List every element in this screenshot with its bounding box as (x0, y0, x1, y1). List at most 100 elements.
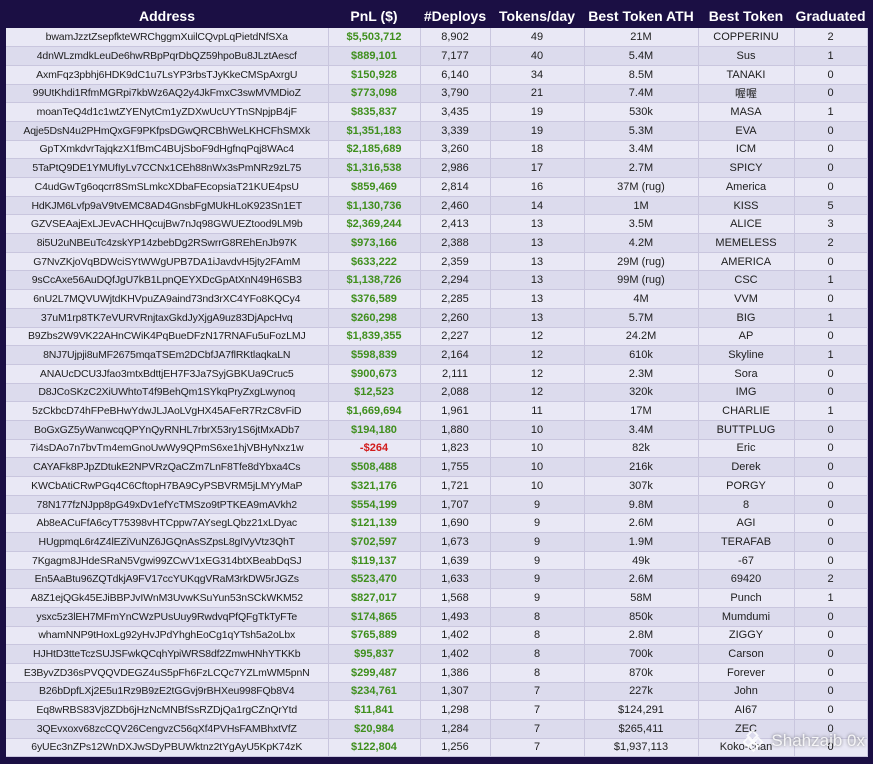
table-row[interactable]: HdKJM6Lvfp9aV9tvEMC8AD4GnsbFgMUkHLoK923S… (6, 196, 868, 216)
cell-best-token-ath: 17M (584, 401, 699, 421)
cell-graduated: 0 (794, 383, 868, 403)
table-row[interactable]: Ab8eACuFfA6cyT75398vHTCppw7AYsegLQbz21xL… (6, 513, 868, 534)
cell-best-token: AGI (698, 513, 795, 534)
table-row[interactable]: KWCbAtiCRwPGq4C6CftopH7BA9CyPSBVRM5jLMYy… (6, 476, 868, 496)
table-row[interactable]: 6nU2L7MQVUWjtdKHVpuZA9aind73nd3rXC4YFo8K… (6, 289, 868, 309)
cell-deploys: 1,402 (420, 644, 491, 664)
table-row[interactable]: ysxc5z3lEH7MFmYnCWzPUsUuy9RwdvqPfQFgTkTy… (6, 607, 868, 627)
header-pnl[interactable]: PnL ($) (328, 4, 420, 28)
cell-tokens-per-day: 17 (490, 158, 585, 178)
table-row[interactable]: Aqje5DsN4u2PHmQxGF9PKfpsDGwQRCBhWeLKHCFh… (6, 121, 868, 141)
table-row[interactable]: G7NvZKjoVqBDWciSYtWWgUPB7DA1iJavdvH5jty2… (6, 252, 868, 272)
header-graduated[interactable]: Graduated (794, 4, 867, 28)
table-row[interactable]: C4udGwTg6oqcrr8SmSLmkcXDbaFEcopsiaT21KUE… (6, 177, 868, 197)
cell-deploys: 1,673 (420, 532, 491, 552)
table-row[interactable]: moanTeQ4d1c1wtZYENytCm1yZDXwUcUYTnSNpjpB… (6, 102, 868, 122)
cell-address: G7NvZKjoVqBDWciSYtWWgUPB7DA1iJavdvH5jty2… (6, 252, 329, 272)
table-row[interactable]: ANAUcDCU3Jfao3mtxBdttjEH7F3Ja7SyjGBKUa9C… (6, 364, 868, 384)
cell-deploys: 3,339 (420, 121, 491, 141)
table-row[interactable]: 5zCkbcD74hFPeBHwYdwJLJAoLVgHX45AFeR7RzC8… (6, 401, 868, 421)
table-row[interactable]: AxmFqz3pbhj6HDK9dC1u7LsYP3rbsTJyKkeCMSpA… (6, 65, 868, 85)
cell-deploys: 3,260 (420, 140, 491, 160)
cell-address: 8NJ7Ujpji8uMF2675mqaTSEm2DCbfJA7flRKtlaq… (6, 345, 329, 365)
cell-best-token-ath: $1,937,113 (584, 738, 699, 758)
cell-tokens-per-day: 12 (490, 345, 585, 365)
cell-address: C4udGwTg6oqcrr8SmSLmkcXDbaFEcopsiaT21KUE… (6, 177, 329, 197)
header-address[interactable]: Address (6, 4, 328, 28)
table-row[interactable]: A8Z1ejQGk45EJiBBPJvIWnM3UvwKSuYun53nSCkW… (6, 588, 868, 608)
table-row[interactable]: 99UtKhdi1RfmMGRpi7kbWz6AQ2y4JkFmxC3swMVM… (6, 84, 868, 104)
cell-graduated: 1 (794, 401, 868, 421)
table-row[interactable]: 7Kgagm8JHdeSRaN5Vgwi99ZCwV1xEG314btXBeab… (6, 551, 868, 571)
cell-pnl: $11,841 (328, 700, 421, 720)
header-best-token-ath[interactable]: Best Token ATH (584, 4, 698, 28)
table-row[interactable]: whamNNP9tHoxLg92yHvJPdYhghEoCg1qYTsh5a2o… (6, 626, 868, 646)
cell-deploys: 1,568 (420, 588, 491, 608)
table-row[interactable]: B9Zbs2W9VK22AHnCWiK4PqBueDFzN17RNAFu5uFo… (6, 327, 868, 347)
cell-best-token-ath: 2.7M (584, 158, 699, 178)
cell-address: GZVSEAajExLJEvACHHQcujBw7nJq98GWUEZtood9… (6, 214, 329, 235)
cell-pnl: $1,839,355 (328, 327, 421, 347)
header-tokens-per-day[interactable]: Tokens/day (490, 4, 584, 28)
cell-graduated: 1 (794, 102, 868, 122)
table-row[interactable]: GpTXmkdvrTajqkzX1fBmC4BUjSboF9dHgfnqPqj8… (6, 140, 868, 160)
cell-tokens-per-day: 13 (490, 214, 585, 235)
cell-best-token: CSC (698, 270, 795, 291)
table-row[interactable]: 4dnWLzmdkLeuDe6hwRBpPqrDbQZ59hpoBu8JLztA… (6, 46, 868, 66)
cell-address: BoGxGZ5yWanwcqQPYnQyRNHL7rbrX53ry1S6jtMx… (6, 420, 329, 440)
table-row[interactable]: bwamJzztZsepfkteWRChggmXuilCQvpLqPietdNf… (6, 28, 868, 48)
table-row[interactable]: En5AaBtu96ZQTdkjA9FV17ccYUKqgVRaM3rkDW5r… (6, 569, 868, 590)
table-row[interactable]: CAYAFk8PJpZDtukE2NPVRzQaCZm7LnF8Tfe8dYbx… (6, 457, 868, 477)
table-row[interactable]: HUgpmqL6r4Z4lEZiVuNZ6JGQnAsSZpsL8gIVyVtz… (6, 532, 868, 552)
table-row[interactable]: 6yUEc3nZPs12WnDXJwSDyPBUWktnz2tYgAyU5KpK… (6, 738, 868, 758)
table-row[interactable]: BoGxGZ5yWanwcqQPYnQyRNHL7rbrX53ry1S6jtMx… (6, 420, 868, 440)
cell-best-token-ath: 1.9M (584, 532, 699, 552)
cell-pnl: $194,180 (328, 420, 421, 440)
cell-best-token: 喔喔 (698, 84, 795, 104)
cell-tokens-per-day: 9 (490, 588, 585, 608)
table-row[interactable]: 8NJ7Ujpji8uMF2675mqaTSEm2DCbfJA7flRKtlaq… (6, 345, 868, 365)
cell-pnl: $702,597 (328, 532, 421, 552)
header-row: Address PnL ($) #Deploys Tokens/day Best… (6, 4, 867, 28)
cell-graduated: 0 (794, 626, 868, 646)
table-row[interactable]: GZVSEAajExLJEvACHHQcujBw7nJq98GWUEZtood9… (6, 214, 868, 235)
table-row[interactable]: 78N177fzNJpp8pG49xDv1efYcTMSzo9tPTKEA9mA… (6, 495, 868, 515)
cell-best-token-ath: 37M (rug) (584, 177, 699, 197)
table-row[interactable]: Eq8wRBS83Vj8ZDb6jHzNcMNBfSsRZDjQa1rgCZnQ… (6, 700, 868, 720)
cell-tokens-per-day: 10 (490, 476, 585, 496)
cell-pnl: $1,316,538 (328, 158, 421, 178)
cell-graduated: 0 (794, 84, 868, 104)
table-row[interactable]: 8i5U2uNBEuTc4zskYP14zbebDg2RSwrrG8REhEnJ… (6, 233, 868, 253)
cell-best-token-ath: 320k (584, 383, 699, 403)
table-row[interactable]: 37uM1rp8TK7eVURVRnjtaxGkdJyXjgA9uz83DjAp… (6, 308, 868, 328)
cell-best-token: IMG (698, 383, 795, 403)
cell-address: 78N177fzNJpp8pG49xDv1efYcTMSzo9tPTKEA9mA… (6, 495, 329, 515)
cell-graduated: 1 (794, 588, 868, 608)
cell-deploys: 2,227 (420, 327, 491, 347)
cell-best-token-ath: 307k (584, 476, 699, 496)
cell-best-token-ath: 4M (584, 289, 699, 309)
cell-best-token: Koko-chan (698, 738, 795, 758)
cell-best-token: 69420 (698, 569, 795, 590)
cell-graduated: 0 (794, 177, 868, 197)
table-row[interactable]: B26bDpfLXj2E5u1Rz9B9zE2tGGvj9rBHXeu998FQ… (6, 682, 868, 702)
cell-best-token-ath: 2.6M (584, 569, 699, 590)
cell-address: B26bDpfLXj2E5u1Rz9B9zE2tGGvj9rBHXeu998FQ… (6, 682, 329, 702)
cell-deploys: 1,256 (420, 738, 491, 758)
table-row[interactable]: 9sCcAxe56AuDQfJgU7kB1LpnQEYXDcGpAtXnN49H… (6, 270, 868, 291)
header-best-token[interactable]: Best Token (698, 4, 794, 28)
cell-best-token: MASA (698, 102, 795, 122)
cell-best-token: Carson (698, 644, 795, 664)
table-row[interactable]: D8JCoSKzC2XiUWhtoT4f9BehQm1SYkqPryZxgLwy… (6, 383, 868, 403)
table-row[interactable]: 5TaPtQ9DE1YMUfIyLv7CCNx1CEh88nWx3sPmNRz9… (6, 158, 868, 178)
cell-best-token: TERAFAB (698, 532, 795, 552)
table-row[interactable]: HJHtD3tteTczSUJSFwkQCqhYpiWRS8df2ZmwHNhY… (6, 644, 868, 664)
table-row[interactable]: E3ByvZD36sPVQQVDEGZ4uS5pFh6FzLCQc7YZLmWM… (6, 663, 868, 683)
cell-graduated: 0 (794, 700, 868, 720)
cell-tokens-per-day: 14 (490, 196, 585, 216)
header-deploys[interactable]: #Deploys (420, 4, 490, 28)
cell-best-token: Skyline (698, 345, 795, 365)
table-row[interactable]: 7i4sDAo7n7bvTm4emGnoUwWy9QPmS6xe1hjVBHyN… (6, 439, 868, 459)
cell-deploys: 7,177 (420, 46, 491, 66)
table-row[interactable]: 3QEvxoxv68zcCQV26CengvzC56qXf4PVHsFAMBhx… (6, 719, 868, 739)
